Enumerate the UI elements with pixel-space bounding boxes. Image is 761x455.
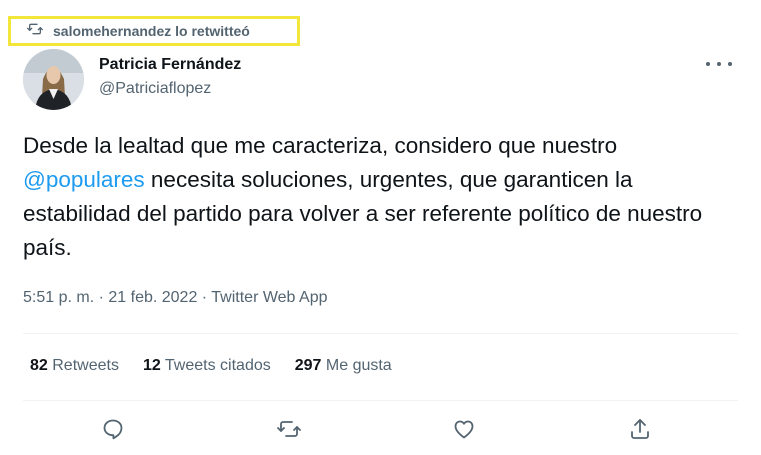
reply-icon[interactable] — [96, 412, 130, 446]
tweet-date[interactable]: 21 feb. 2022 — [108, 289, 197, 306]
tweet-source[interactable]: Twitter Web App — [211, 289, 327, 306]
author-name[interactable]: Patricia Fernández — [99, 56, 241, 74]
retweets-label: Retweets — [52, 357, 119, 374]
mention-link[interactable]: @populares — [23, 167, 145, 192]
retweets-count: 82 — [30, 357, 48, 374]
tweet-actions — [23, 412, 738, 446]
more-icon[interactable] — [706, 54, 732, 74]
retweet-icon — [25, 21, 45, 42]
avatar-image — [23, 49, 84, 110]
retweet-context[interactable]: salomehernandez lo retwitteó — [8, 16, 300, 46]
share-icon[interactable] — [623, 412, 657, 446]
divider — [23, 400, 738, 401]
retweet-context-label: salomehernandez lo retwitteó — [53, 23, 250, 39]
quote-tweets-stat[interactable]: 12 Tweets citados — [143, 357, 271, 375]
retweets-stat[interactable]: 82 Retweets — [30, 357, 119, 375]
retweet-icon[interactable] — [272, 412, 306, 446]
tweet-text: Desde la lealtad que me caracteriza, con… — [23, 129, 723, 265]
meta-separator-2: · — [197, 289, 212, 306]
quote-tweets-count: 12 — [142, 357, 161, 374]
tweet-meta: 5:51 p. m. · 21 feb. 2022 · Twitter Web … — [23, 289, 327, 307]
divider — [23, 333, 738, 334]
heart-icon[interactable] — [447, 412, 481, 446]
likes-count: 297 — [294, 357, 322, 374]
likes-stat[interactable]: 297 Me gusta — [295, 357, 392, 375]
avatar[interactable] — [23, 49, 84, 110]
likes-label: Me gusta — [325, 357, 392, 374]
tweet-stats: 82 Retweets 12 Tweets citados 297 Me gus… — [30, 357, 392, 375]
author-handle[interactable]: @Patriciaflopez — [99, 80, 211, 98]
tweet-time[interactable]: 5:51 p. m. — [23, 289, 94, 306]
meta-separator: · — [94, 289, 109, 306]
quote-tweets-label: Tweets citados — [164, 357, 271, 374]
tweet-text-part1: Desde la lealtad que me caracteriza, con… — [23, 133, 618, 158]
